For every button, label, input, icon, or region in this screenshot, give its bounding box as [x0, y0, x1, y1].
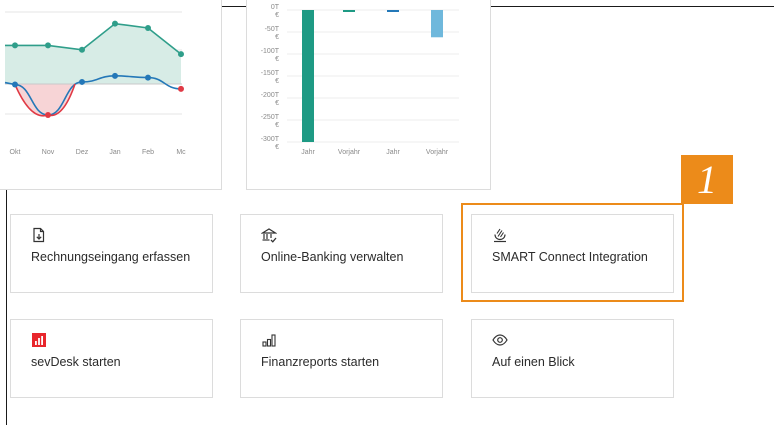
tile-label: Finanzreports starten — [261, 355, 380, 369]
bar-chart-icon — [262, 334, 276, 347]
sevdesk-logo-icon — [32, 333, 46, 347]
y-tick-label: -50T — [265, 26, 280, 33]
y-tick-label: -200T — [261, 92, 280, 99]
tile-auf-einen-blick[interactable]: Auf einen Blick — [471, 319, 674, 398]
y-tick-label: -250T — [261, 114, 280, 121]
y-tick-unit: € — [275, 56, 279, 63]
data-point — [12, 42, 18, 49]
data-point — [12, 81, 18, 88]
tile-label: Auf einen Blick — [492, 355, 575, 369]
bar — [302, 10, 314, 142]
data-point — [112, 20, 118, 27]
x-tick-label: Vorjahr — [338, 149, 361, 156]
y-tick-unit: € — [275, 34, 279, 41]
data-point — [79, 46, 85, 53]
y-tick-unit: € — [275, 144, 279, 151]
y-tick-label: 0T — [271, 4, 280, 11]
x-tick-label: Dez — [76, 149, 89, 156]
y-tick-label: -100T — [261, 48, 280, 55]
x-tick-label: Vorjahr — [426, 149, 449, 156]
callout-number-badge: 1 — [681, 155, 733, 204]
data-point — [178, 85, 184, 92]
x-tick-label: Nov — [42, 149, 55, 156]
x-tick-label: Jahr — [386, 149, 400, 156]
tile-label: Online-Banking verwalten — [261, 250, 404, 264]
bar-chart: 0T€-50T€-100T€-150T€-200T€-250T€-300T€Ja… — [261, 4, 459, 156]
tile-label: sevDesk starten — [31, 355, 121, 369]
data-point — [145, 74, 151, 81]
y-tick-label: -150T — [261, 70, 280, 77]
x-tick-label: Okt — [10, 149, 21, 156]
y-tick-label: -300T — [261, 136, 280, 143]
data-point — [145, 25, 151, 31]
y-tick-unit: € — [275, 12, 279, 19]
x-tick-label: Feb — [142, 149, 154, 156]
tile-label: Rechnungseingang erfassen — [31, 250, 191, 264]
data-point — [45, 42, 51, 49]
data-point — [79, 78, 85, 85]
tile-rechnungseingang[interactable]: Rechnungseingang erfassen — [10, 214, 213, 293]
eye-icon — [492, 334, 508, 346]
y-tick-unit: € — [275, 122, 279, 129]
data-point — [112, 72, 118, 79]
y-tick-unit: € — [275, 100, 279, 107]
x-tick-label: Jan — [109, 149, 120, 156]
line-chart: Okt Nov Dez Jan Feb Mc — [4, 11, 186, 156]
bar — [343, 10, 355, 12]
x-tick-label: Jahr — [301, 149, 315, 156]
tile-sevdesk[interactable]: sevDesk starten — [10, 319, 213, 398]
bar-chart-card: 0T € -50T € -100T € -150T € -200T € -250T € -300T € Ja… — [246, 0, 491, 190]
tile-online-banking[interactable]: Online-Banking verwalten — [240, 214, 443, 293]
data-point — [45, 112, 51, 118]
x-tick-label: Mc — [176, 149, 186, 156]
bar — [387, 10, 399, 12]
bar — [431, 10, 443, 38]
invoice-import-icon — [33, 227, 45, 243]
callout-highlight-box — [461, 203, 684, 302]
line-chart-card: Okt Nov Dez Jan Feb Mc — [0, 0, 222, 190]
tile-finanzreports[interactable]: Finanzreports starten — [240, 319, 443, 398]
y-tick-unit: € — [275, 78, 279, 85]
bank-icon — [261, 228, 277, 243]
data-point — [178, 51, 184, 58]
